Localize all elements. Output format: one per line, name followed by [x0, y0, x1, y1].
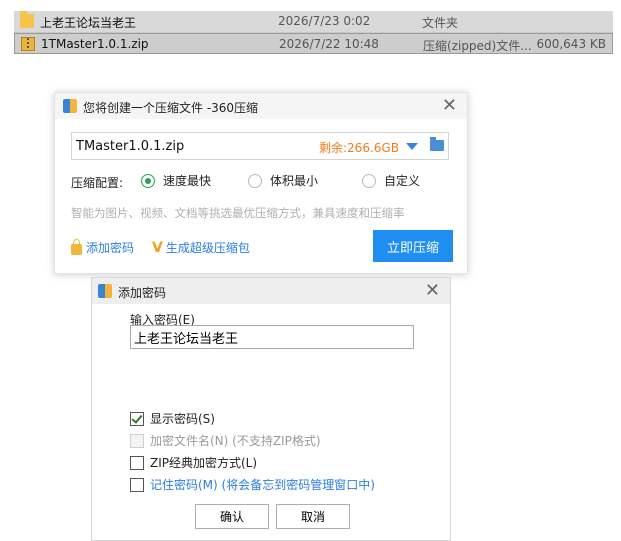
- file-list: 上老王论坛当老王 2026/7/23 0:02 文件夹 1TMaster1.0.…: [14, 11, 613, 54]
- file-name: 上老王论坛当老王: [40, 16, 137, 30]
- checkbox-disabled-icon: [130, 433, 144, 448]
- checkbox-label: 显示密码(S): [150, 412, 215, 426]
- checkbox-label: 加密文件名(N) (不支持ZIP格式): [150, 434, 321, 448]
- cancel-button[interactable]: 取消: [276, 504, 350, 529]
- smart-compress-hint: 智能为图片、视频、文档等挑选最优压缩方式，兼具速度和压缩率: [71, 206, 405, 220]
- zip-file-icon: [21, 37, 35, 51]
- archive-name-input[interactable]: [72, 133, 300, 159]
- compress-dialog: 您将创建一个压缩文件 -360压缩 ✕ 剩余:266.6GB 压缩配置: 速度最…: [54, 92, 468, 274]
- dialog-title: 您将创建一个压缩文件 -360压缩: [83, 101, 259, 115]
- 360-zip-app-icon: [63, 99, 77, 113]
- encrypt-filename-checkbox: 加密文件名(N) (不支持ZIP格式): [130, 432, 321, 449]
- compress-now-button[interactable]: 立即压缩: [373, 230, 453, 262]
- checkbox-unchecked-icon: [130, 477, 144, 492]
- browse-folder-icon[interactable]: [430, 137, 444, 151]
- file-row-folder[interactable]: 上老王论坛当老王 2026/7/23 0:02 文件夹: [14, 11, 613, 33]
- checkbox-label: ZIP经典加密方式(L): [150, 456, 258, 470]
- compress-config-label: 压缩配置:: [71, 176, 124, 190]
- file-name: 1TMaster1.0.1.zip: [41, 37, 149, 51]
- radio-checked-icon: [141, 173, 155, 188]
- folder-icon: [20, 11, 34, 28]
- radio-smallest[interactable]: 体积最小: [248, 172, 318, 189]
- archive-name-box: 剩余:266.6GB: [71, 132, 449, 160]
- file-type: 文件夹: [422, 16, 459, 30]
- file-date: 2026/7/22 10:48: [279, 37, 379, 51]
- close-icon[interactable]: ✕: [442, 95, 457, 116]
- super-package-label: 生成超级压缩包: [165, 241, 250, 255]
- close-icon[interactable]: ✕: [425, 280, 440, 301]
- radio-label: 自定义: [384, 174, 421, 188]
- lock-icon: [71, 238, 82, 255]
- free-space-label: 剩余:266.6GB: [319, 141, 399, 155]
- remember-password-checkbox[interactable]: 记住密码(M) (将会备忘到密码管理窗口中): [130, 476, 375, 493]
- add-password-link[interactable]: 添加密码: [71, 238, 135, 256]
- radio-custom[interactable]: 自定义: [362, 172, 420, 189]
- add-password-dialog: 添加密码 ✕ 输入密码(E) 显示密码(S) 加密文件名(N) (不支持ZIP格…: [91, 277, 451, 541]
- zip-classic-encryption-checkbox[interactable]: ZIP经典加密方式(L): [130, 454, 257, 471]
- checkbox-label: 记住密码(M) (将会备忘到密码管理窗口中): [150, 478, 375, 492]
- dialog-title-bar[interactable]: 您将创建一个压缩文件 -360压缩 ✕: [55, 93, 467, 119]
- chevron-down-icon[interactable]: [406, 143, 418, 150]
- file-size: 600,643 KB: [536, 37, 606, 51]
- ok-button[interactable]: 确认: [195, 504, 269, 529]
- radio-label: 速度最快: [163, 174, 212, 188]
- radio-label: 体积最小: [270, 174, 319, 188]
- file-date: 2026/7/23 0:02: [278, 14, 371, 28]
- show-password-checkbox[interactable]: 显示密码(S): [130, 410, 215, 427]
- file-type: 压缩(zipped)文件...: [423, 39, 532, 53]
- checkbox-unchecked-icon: [130, 455, 144, 470]
- super-package-link[interactable]: V 生成超级压缩包: [152, 239, 250, 256]
- v-badge-icon: V: [152, 239, 163, 256]
- file-row-zip[interactable]: 1TMaster1.0.1.zip 2026/7/22 10:48 压缩(zip…: [14, 33, 613, 54]
- password-input[interactable]: [130, 325, 414, 349]
- radio-fastest[interactable]: 速度最快: [141, 172, 211, 189]
- dialog-title-bar[interactable]: 添加密码 ✕: [92, 278, 450, 304]
- radio-unchecked-icon: [362, 173, 376, 188]
- add-password-label: 添加密码: [86, 241, 135, 255]
- radio-unchecked-icon: [248, 173, 262, 188]
- dialog-title: 添加密码: [118, 286, 167, 300]
- checkbox-checked-icon: [130, 411, 144, 426]
- 360-zip-app-icon: [98, 284, 112, 298]
